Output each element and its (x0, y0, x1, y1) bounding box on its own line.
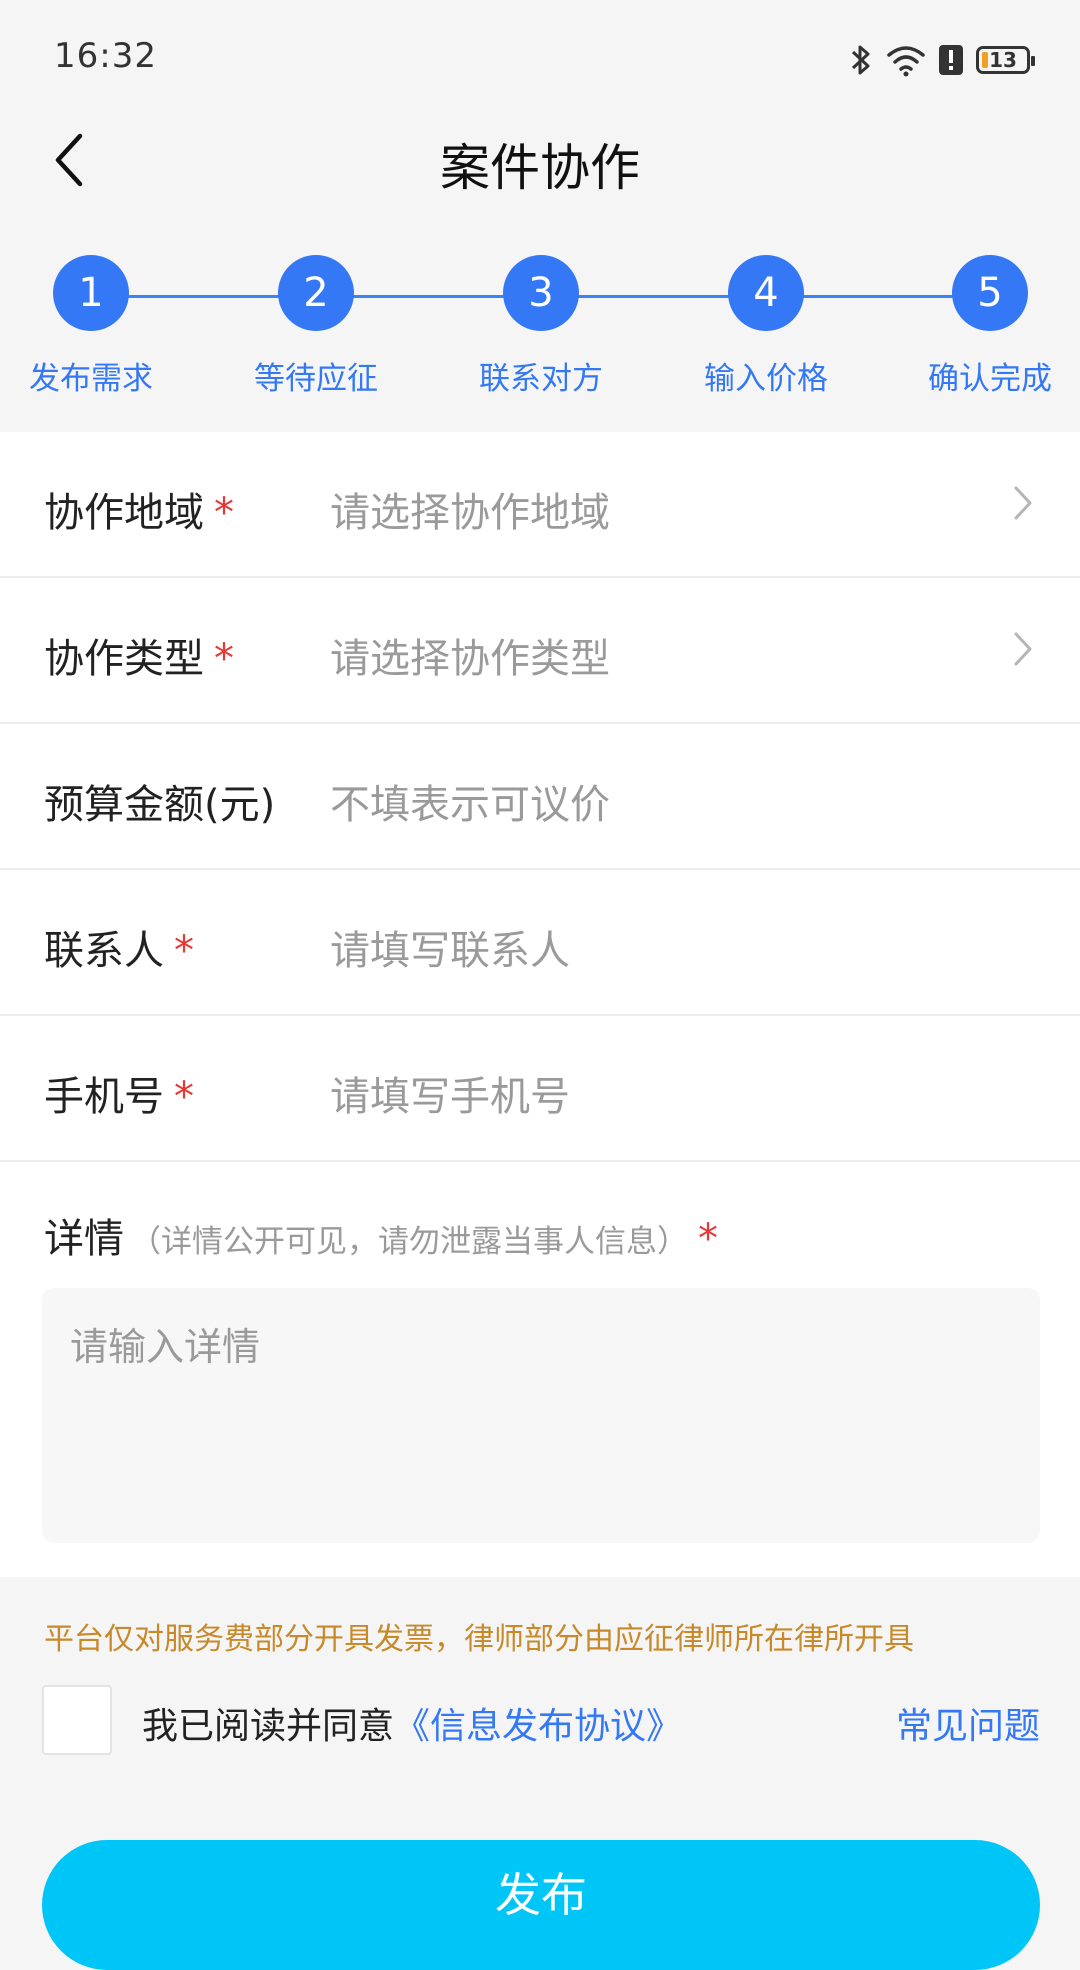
required-mark: * (214, 636, 234, 682)
step-label: 输入价格 (704, 361, 828, 397)
collaboration-form: 协作地域 * 请选择协作地域 协作类型 * 请选择协作类型 预算金额(元) 不填表示… (0, 432, 1080, 1577)
publish-button[interactable]: 发布 (42, 1840, 1040, 1970)
agreement-link[interactable]: 《信息发布协议》 (394, 1706, 682, 1747)
details-hint: （详情公开可见，请勿泄露当事人信息） (130, 1224, 688, 1260)
chevron-right-icon (1012, 484, 1034, 526)
field-label: 联系人 * (44, 928, 194, 974)
page-title: 案件协作 (440, 139, 640, 197)
step-label: 联系对方 (479, 361, 603, 397)
details-placeholder: 请输入详情 (70, 1325, 261, 1369)
header: 案件协作 (0, 110, 1080, 210)
agreement-row: 我已阅读并同意《信息发布协议》 常见问题 (0, 1685, 1080, 1757)
field-label: 协作地域 * (44, 490, 234, 536)
details-textarea[interactable]: 请输入详情 (42, 1288, 1040, 1543)
alert-icon (938, 44, 964, 76)
region-placeholder: 请选择协作地域 (330, 490, 610, 536)
budget-input[interactable]: 不填表示可议价 (330, 772, 610, 830)
region-select[interactable]: 协作地域 * 请选择协作地域 (0, 432, 1080, 578)
status-time: 16:32 (54, 36, 157, 76)
step-3: 3 联系对方 (441, 255, 641, 398)
details-title: 详情 （详情公开可见，请勿泄露当事人信息） * (44, 1206, 718, 1264)
contact-input[interactable]: 请填写联系人 (330, 918, 570, 976)
step-label: 等待应征 (254, 361, 378, 397)
step-progress: 1 发布需求 2 等待应征 3 联系对方 4 输入价格 5 确认完成 (0, 255, 1080, 435)
field-label: 预算金额(元) (44, 782, 276, 828)
type-select[interactable]: 协作类型 * 请选择协作类型 (0, 578, 1080, 724)
phone-input[interactable]: 请填写手机号 (330, 1064, 570, 1122)
status-bar: 16:32 13 (0, 0, 1080, 110)
status-icons: 13 (848, 40, 1035, 80)
field-label: 协作类型 * (44, 636, 234, 682)
faq-link[interactable]: 常见问题 (896, 1697, 1040, 1749)
details-label: 详情 (44, 1216, 124, 1262)
contact-row: 联系人 * 请填写联系人 (0, 870, 1080, 1016)
battery-icon: 13 (976, 46, 1035, 74)
phone-row: 手机号 * 请填写手机号 (0, 1016, 1080, 1162)
step-label: 确认完成 (928, 361, 1052, 397)
budget-row: 预算金额(元) 不填表示可议价 (0, 724, 1080, 870)
invoice-notice: 平台仅对服务费部分开具发票，律师部分由应征律师所在律所开具 (44, 1622, 914, 1657)
required-mark: * (174, 1074, 194, 1120)
step-number: 2 (278, 255, 354, 331)
bluetooth-icon (848, 42, 874, 78)
chevron-right-icon (1012, 630, 1034, 672)
step-label: 发布需求 (29, 361, 153, 397)
required-mark: * (698, 1216, 718, 1262)
wifi-icon (886, 43, 926, 77)
field-label: 手机号 * (44, 1074, 194, 1120)
step-number: 5 (952, 255, 1028, 331)
step-1: 1 发布需求 (0, 255, 191, 398)
details-section: 详情 （详情公开可见，请勿泄露当事人信息） * 请输入详情 (0, 1162, 1080, 1577)
battery-level: 13 (989, 48, 1017, 72)
required-mark: * (214, 490, 234, 536)
agreement-text: 我已阅读并同意《信息发布协议》 (142, 1706, 683, 1747)
step-5: 5 确认完成 (890, 255, 1080, 398)
step-number: 3 (503, 255, 579, 331)
step-4: 4 输入价格 (666, 255, 866, 398)
step-number: 4 (728, 255, 804, 331)
required-mark: * (174, 928, 194, 974)
step-2: 2 等待应征 (216, 255, 416, 398)
step-number: 1 (53, 255, 129, 331)
type-placeholder: 请选择协作类型 (330, 636, 610, 682)
agree-checkbox[interactable] (42, 1685, 112, 1755)
